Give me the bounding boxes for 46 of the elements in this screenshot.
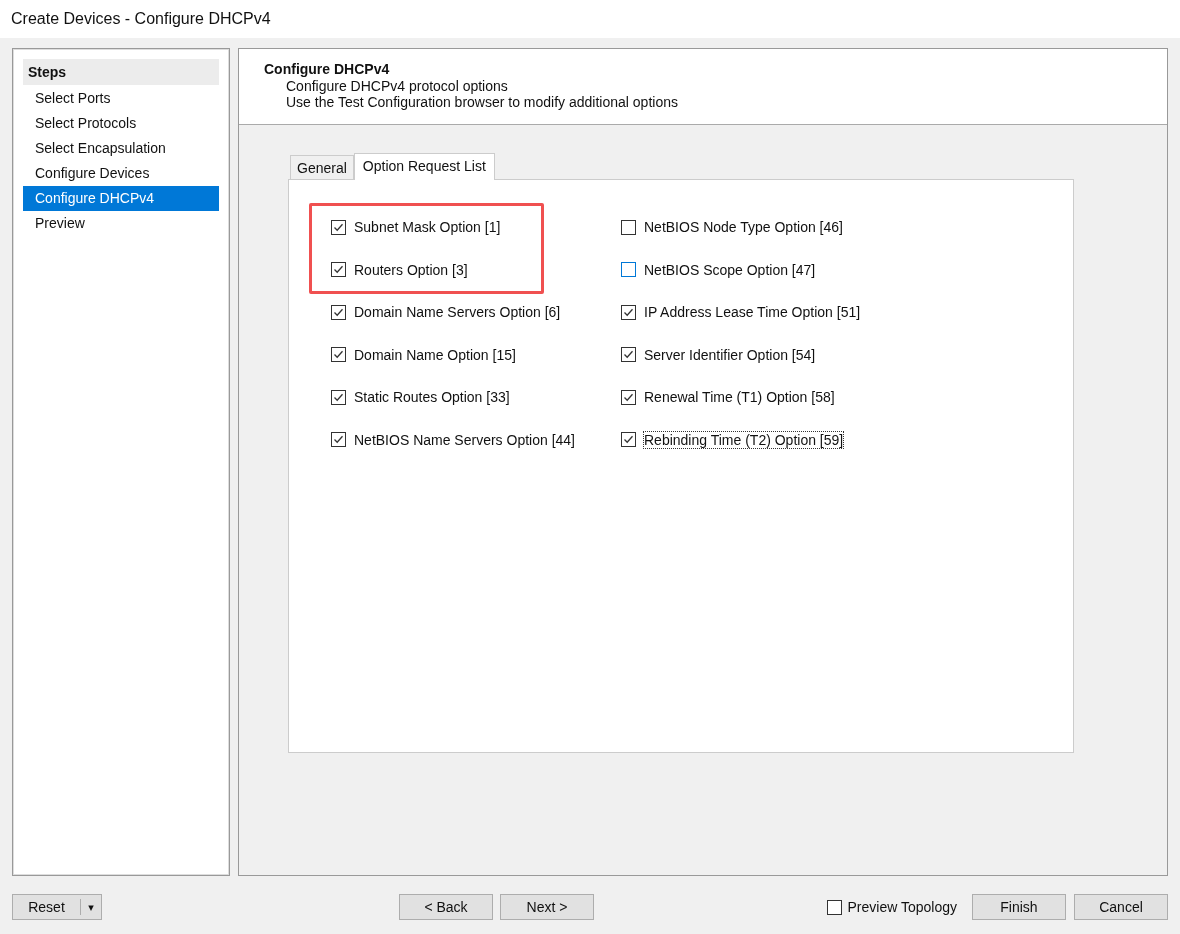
step-item[interactable]: Select Encapsulation bbox=[23, 136, 219, 161]
checkbox[interactable] bbox=[621, 219, 636, 235]
option-label[interactable]: Server Identifier Option [54] bbox=[643, 345, 817, 364]
option-label[interactable]: Rebinding Time (T2) Option [59] bbox=[643, 430, 845, 449]
step-item[interactable]: Configure DHCPv4 bbox=[23, 186, 219, 211]
option-label[interactable]: NetBIOS Node Type Option [46] bbox=[643, 218, 844, 237]
checkbox[interactable] bbox=[331, 347, 346, 363]
checkbox[interactable] bbox=[621, 304, 636, 320]
checkbox-label[interactable]: Preview Topology bbox=[847, 899, 957, 915]
page-description: Use the Test Configuration browser to modify additional options bbox=[285, 94, 679, 110]
reset-button[interactable]: Reset bbox=[13, 899, 81, 915]
checkbox[interactable] bbox=[331, 262, 346, 278]
checkbox[interactable] bbox=[826, 899, 842, 915]
tab[interactable]: Option Request List bbox=[353, 153, 495, 180]
checkbox[interactable] bbox=[331, 219, 346, 235]
checkbox[interactable] bbox=[331, 389, 346, 405]
checkbox[interactable] bbox=[331, 304, 346, 320]
step-item[interactable]: Select Ports bbox=[23, 86, 219, 111]
back-button[interactable]: < Back bbox=[399, 894, 493, 920]
dropdown-arrow[interactable]: ▾ bbox=[81, 900, 101, 914]
tab[interactable]: General bbox=[290, 155, 354, 179]
step-item[interactable]: Configure Devices bbox=[23, 161, 219, 186]
option-label[interactable]: Domain Name Option [15] bbox=[353, 345, 517, 364]
reset-split-button[interactable]: Reset ▾ bbox=[12, 894, 102, 920]
step-item[interactable]: Preview bbox=[23, 211, 219, 236]
option-label[interactable]: Routers Option [3] bbox=[353, 260, 469, 279]
option-label[interactable]: NetBIOS Scope Option [47] bbox=[643, 260, 817, 279]
option-label[interactable]: NetBIOS Name Servers Option [44] bbox=[353, 430, 576, 449]
checkbox[interactable] bbox=[621, 389, 636, 405]
finish-button[interactable]: Finish bbox=[972, 894, 1066, 920]
page-description: Configure DHCPv4 protocol options bbox=[285, 78, 509, 94]
option-label[interactable]: Domain Name Servers Option [6] bbox=[353, 303, 562, 322]
page-title: Configure DHCPv4 bbox=[264, 61, 391, 77]
checkbox[interactable] bbox=[621, 347, 636, 363]
option-label[interactable]: IP Address Lease Time Option [51] bbox=[643, 303, 862, 322]
option-label[interactable]: Renewal Time (T1) Option [58] bbox=[643, 388, 836, 407]
window-title: Create Devices - Configure DHCPv4 bbox=[11, 10, 271, 28]
checkbox[interactable] bbox=[331, 432, 346, 448]
checkbox[interactable] bbox=[621, 262, 636, 278]
steps-heading: Steps bbox=[23, 59, 219, 85]
option-label[interactable]: Subnet Mask Option [1] bbox=[353, 218, 502, 237]
option-label[interactable]: Static Routes Option [33] bbox=[353, 388, 511, 407]
checkbox[interactable] bbox=[621, 432, 636, 448]
step-item[interactable]: Select Protocols bbox=[23, 111, 219, 136]
cancel-button[interactable]: Cancel bbox=[1074, 894, 1168, 920]
next-button[interactable]: Next > bbox=[500, 894, 594, 920]
